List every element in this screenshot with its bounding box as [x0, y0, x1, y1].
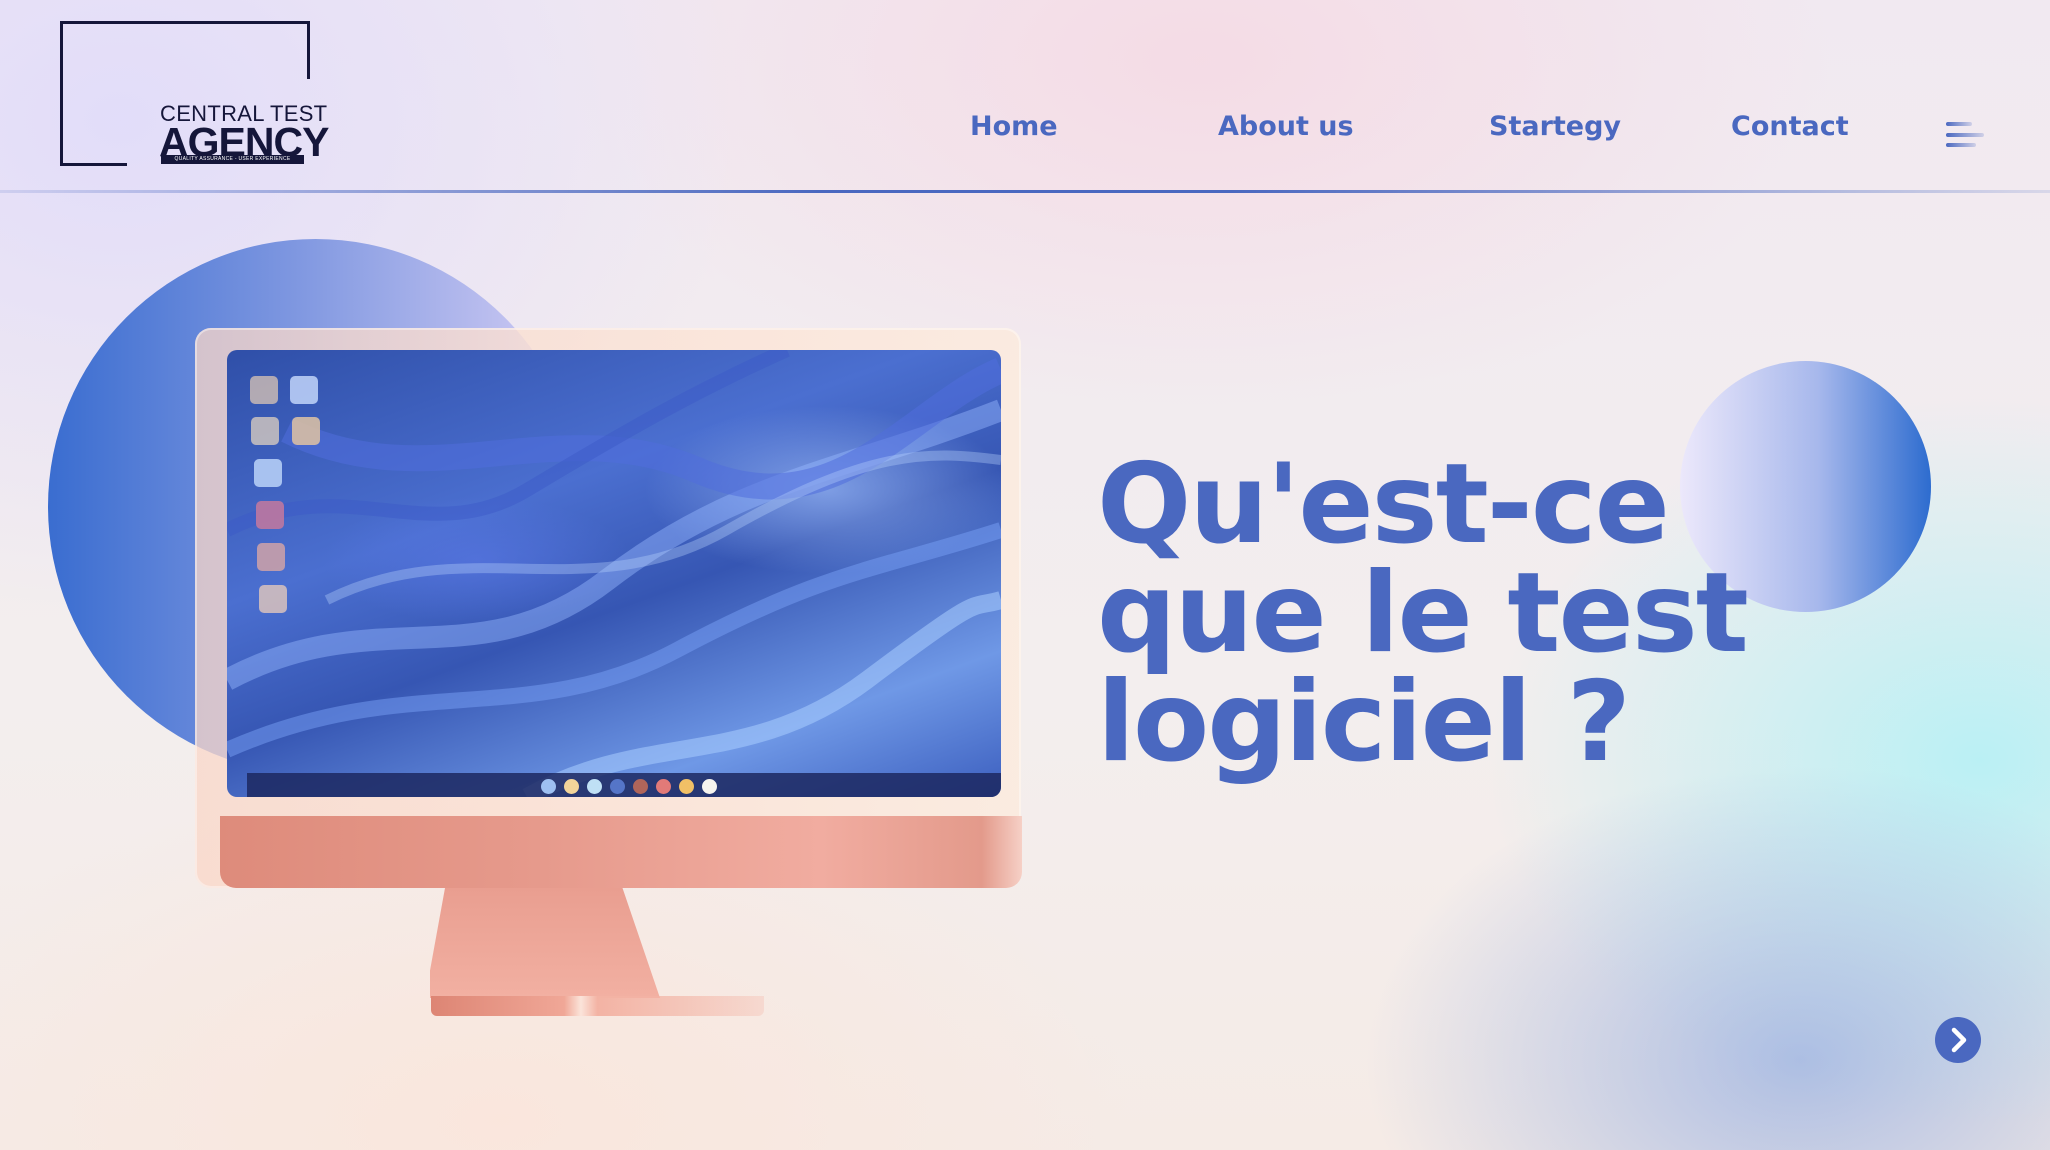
- dock-app-icon[interactable]: [679, 779, 694, 794]
- chevron-right-icon: [1951, 1027, 1967, 1053]
- desktop-app-icon[interactable]: [290, 376, 318, 404]
- dock-app-icon[interactable]: [541, 779, 556, 794]
- hero-title-line: que le test: [1097, 549, 1749, 678]
- nav-contact-link[interactable]: Contact: [1731, 111, 1849, 142]
- hero-title-line: Qu'est-ce: [1097, 440, 1670, 569]
- monitor-screen: [227, 350, 1001, 797]
- desktop-app-icon[interactable]: [292, 417, 320, 445]
- hero-title-line: logiciel ?: [1097, 658, 1631, 787]
- desktop-app-icon[interactable]: [256, 501, 284, 529]
- logo-tagline: QUALITY ASSURANCE - USER EXPERIENCE: [161, 155, 304, 164]
- next-slide-button[interactable]: [1935, 1017, 1981, 1063]
- dock-app-icon[interactable]: [656, 779, 671, 794]
- desktop-app-icon[interactable]: [250, 376, 278, 404]
- nav-home-link[interactable]: Home: [970, 111, 1058, 142]
- dock-app-icon[interactable]: [702, 779, 717, 794]
- monitor-stand-foot: [431, 996, 764, 1016]
- monitor-chin: [220, 816, 1022, 888]
- logo-frame-left: [60, 21, 63, 166]
- desktop-app-icon[interactable]: [251, 417, 279, 445]
- logo[interactable]: CENTRAL TEST AGENCY QUALITY ASSURANCE - …: [60, 21, 329, 166]
- wallpaper-waves: [227, 350, 1001, 797]
- nav-strategy-link[interactable]: Startegy: [1489, 111, 1621, 142]
- dock-app-icon[interactable]: [633, 779, 648, 794]
- nav-about-link[interactable]: About us: [1218, 111, 1354, 142]
- dock-app-icon[interactable]: [610, 779, 625, 794]
- desktop-app-icon[interactable]: [259, 585, 287, 613]
- hamburger-menu-icon[interactable]: [1946, 122, 1988, 148]
- logo-frame-bottom: [60, 163, 127, 166]
- monitor-illustration: [195, 328, 1025, 1018]
- desktop-app-icon[interactable]: [254, 459, 282, 487]
- monitor-stand-neck: [430, 888, 660, 998]
- desktop-app-icon[interactable]: [257, 543, 285, 571]
- dock-app-icon[interactable]: [587, 779, 602, 794]
- logo-frame-top: [60, 21, 308, 24]
- dock-app-icon[interactable]: [564, 779, 579, 794]
- header-divider: [0, 190, 2050, 193]
- hero-title: Qu'est-ce que le test logiciel ?: [1097, 440, 1917, 787]
- logo-frame-right: [307, 21, 310, 79]
